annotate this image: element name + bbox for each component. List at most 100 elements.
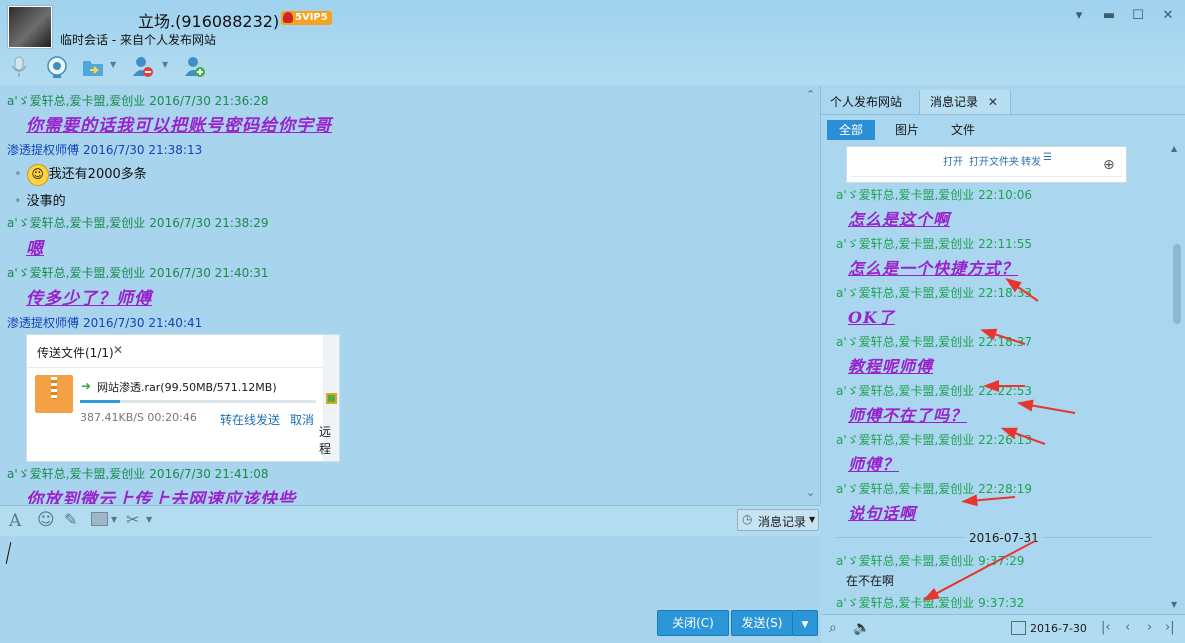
sender-name: 渗透提权师傅 — [7, 143, 80, 157]
chevron-down-icon: ▼ — [801, 620, 809, 630]
history-label: 消息记录 — [758, 515, 807, 529]
timestamp: 2016/7/30 21:38:13 — [83, 143, 203, 157]
input-toolbar: A ☺ ✎ ▼ ✂ ▼ ◷ 消息记录 ▼ — [0, 505, 820, 536]
tab-history[interactable]: 消息记录 ✕ — [919, 90, 1011, 114]
smile-emoji-icon: ☺ — [26, 163, 49, 186]
add-contact-icon[interactable] — [182, 54, 208, 80]
scroll-down-icon[interactable]: ▼ — [1171, 600, 1177, 609]
history-button[interactable]: ◷ 消息记录 ▼ — [737, 509, 819, 531]
message-text: 怎么是一个快捷方式？ — [848, 259, 1019, 278]
calendar-icon[interactable] — [1011, 621, 1026, 635]
annotation-arrow — [983, 380, 1025, 392]
file-transfer-icon[interactable] — [80, 54, 106, 80]
timestamp: 2016/7/30 21:38:29 — [149, 216, 269, 230]
history-footer: ⌕ 🔈 2016-7-30 |‹ ‹ › ›| — [821, 614, 1185, 643]
minimize-button[interactable]: ▬ — [1098, 6, 1120, 26]
message-header: a'ゞ爱轩总,爱卡盟,爱创业 2016/7/30 21:38:29 — [7, 214, 269, 231]
scrollbar-thumb[interactable] — [1173, 244, 1181, 324]
sender-name: a'ゞ爱轩总,爱卡盟,爱创业 — [836, 554, 975, 568]
partial-label: 远程 — [319, 425, 332, 456]
message-header: a'ゞ爱轩总,爱卡盟,爱创业 2016/7/30 21:40:31 — [7, 264, 269, 281]
timestamp: 2016/7/30 21:41:08 — [149, 467, 269, 481]
close-icon[interactable]: ✕ — [988, 95, 998, 109]
timestamp: 2016/7/30 21:40:31 — [149, 266, 269, 280]
timestamp: 22:28:19 — [978, 482, 1033, 496]
contact-avatar[interactable] — [8, 6, 52, 48]
vip-badge: 5VIP5 — [281, 11, 332, 25]
sender-name: a'ゞ爱轩总,爱卡盟,爱创业 — [836, 286, 975, 300]
chevron-down-icon[interactable]: ▾ — [1068, 6, 1090, 26]
history-date: 2016-7-30 — [1030, 622, 1087, 635]
message-text: 怎么是这个啊 — [848, 210, 951, 229]
filter-files[interactable]: 文件 — [943, 120, 983, 140]
timestamp: 22:10:06 — [978, 188, 1033, 202]
microphone-icon[interactable] — [6, 54, 32, 80]
edit-icon[interactable]: ✎ — [64, 510, 77, 529]
sender-name: a'ゞ爱轩总,爱卡盟,爱创业 — [836, 433, 975, 447]
image-icon[interactable] — [91, 512, 108, 526]
message-text: OK了 — [848, 308, 895, 327]
filter-all[interactable]: 全部 — [827, 120, 875, 140]
card-side-panel: 远程 — [319, 335, 339, 461]
send-button[interactable]: 发送(S) — [731, 610, 793, 636]
session-subtitle: 临时会话 - 来自个人发布网站 — [60, 33, 216, 47]
clock-icon: ◷ — [742, 512, 753, 526]
emoji-icon[interactable]: ☺ — [37, 510, 55, 530]
message-header: 渗透提权师傅 2016/7/30 21:40:41 — [7, 314, 202, 331]
zoom-icon[interactable]: ⊕ — [1103, 157, 1115, 173]
message-input[interactable]: 关闭(C) 发送(S) ▼ — [0, 536, 820, 642]
remove-contact-icon[interactable] — [130, 54, 156, 80]
tab-website[interactable]: 个人发布网站 — [830, 90, 902, 114]
last-page-icon[interactable]: ›| — [1165, 620, 1175, 635]
next-page-icon[interactable]: › — [1147, 620, 1152, 635]
divider — [821, 114, 1185, 115]
message-text: 师傅不在了吗？ — [848, 406, 968, 425]
transfer-progress — [80, 400, 316, 403]
message-text: 我还有2000多条 — [48, 167, 147, 182]
sender-name: a'ゞ爱轩总,爱卡盟,爱创业 — [7, 216, 146, 230]
chat-history[interactable]: ⌃ a'ゞ爱轩总,爱卡盟,爱创业 2016/7/30 21:36:28 你需要的话… — [0, 86, 821, 504]
sender-name: a'ゞ爱轩总,爱卡盟,爱创业 — [7, 266, 146, 280]
file-preview: 打开 打开文件夹 转发 ☰ ⊕ — [846, 146, 1127, 183]
file-name: 网站渗透.rar(99.50MB/571.12MB) — [97, 381, 277, 394]
cancel-transfer-link[interactable]: 取消 — [290, 411, 314, 428]
message-header: a'ゞ爱轩总,爱卡盟,爱创业 22:18:33 — [836, 284, 1032, 301]
file-transfer-card: 传送文件(1/1) ✕ 远程 ➜ 网站渗透.rar(99.50MB/571.12… — [26, 334, 340, 462]
message-header: a'ゞ爱轩总,爱卡盟,爱创业 2016/7/30 21:41:08 — [7, 465, 269, 482]
expand-icon[interactable]: ⌄ — [806, 486, 815, 499]
filter-images[interactable]: 图片 — [887, 120, 927, 140]
sender-name: a'ゞ爱轩总,爱卡盟,爱创业 — [7, 94, 146, 108]
sender-name: a'ゞ爱轩总,爱卡盟,爱创业 — [836, 237, 975, 251]
chevron-down-icon[interactable]: ▼ — [146, 515, 152, 524]
first-page-icon[interactable]: |‹ — [1101, 620, 1111, 635]
collapse-icon[interactable]: ⌃ — [806, 88, 815, 101]
scroll-up-icon[interactable]: ▲ — [1171, 144, 1177, 153]
send-offline-link[interactable]: 转在线发送 — [220, 411, 280, 428]
timestamp: 2016/7/30 21:40:41 — [83, 316, 203, 330]
divider — [850, 176, 1122, 177]
message-text: 在不在啊 — [846, 574, 895, 588]
forward-link[interactable]: 转发 — [1021, 153, 1041, 168]
font-icon[interactable]: A — [9, 511, 21, 531]
open-folder-link[interactable]: 打开文件夹 — [969, 153, 1019, 168]
timestamp: 9:37:32 — [978, 596, 1025, 610]
previous-page-icon[interactable]: ‹ — [1125, 620, 1130, 635]
close-icon[interactable]: ✕ — [113, 343, 123, 357]
menu-icon[interactable]: ☰ — [1043, 152, 1052, 163]
title-bar: 立场.(916088232) 5VIP5 临时会话 - 来自个人发布网站 ▾ ▬… — [0, 0, 1185, 85]
search-icon[interactable]: ⌕ — [829, 620, 837, 636]
message-text: 你需要的话我可以把账号密码给你宇哥 — [26, 116, 332, 136]
scissors-icon[interactable]: ✂ — [126, 510, 139, 529]
open-link[interactable]: 打开 — [943, 153, 963, 168]
message-header: a'ゞ爱轩总,爱卡盟,爱创业 22:28:19 — [836, 480, 1032, 497]
chevron-down-icon[interactable]: ▼ — [111, 515, 117, 524]
close-chat-button[interactable]: 关闭(C) — [657, 610, 729, 636]
speaker-icon[interactable]: 🔈 — [853, 620, 870, 636]
message-header: a'ゞ爱轩总,爱卡盟,爱创业 22:10:06 — [836, 186, 1032, 203]
send-options-button[interactable]: ▼ — [792, 610, 818, 636]
maximize-button[interactable]: ☐ — [1127, 6, 1149, 26]
video-icon[interactable] — [44, 54, 70, 80]
message-text: 嗯 — [26, 239, 44, 259]
close-window-button[interactable]: ✕ — [1157, 6, 1179, 26]
message-line: • 没事的 — [14, 194, 66, 209]
